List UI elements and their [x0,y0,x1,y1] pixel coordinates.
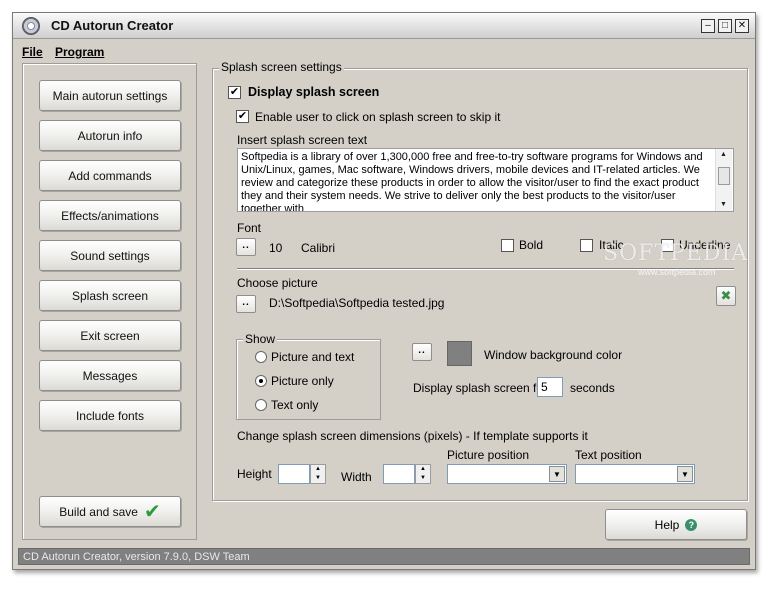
nav-splash-screen[interactable]: Splash screen [39,280,181,311]
radio-picture-and-text[interactable] [255,351,267,363]
menu-program[interactable]: Program [55,45,104,59]
bg-color-label: Window background color [484,348,623,362]
text-position-select[interactable]: ▼ [575,464,695,484]
height-input[interactable] [278,464,310,484]
menu-bar: File Program [13,40,755,62]
show-group-title: Show [243,332,278,346]
radio-picture-only[interactable] [255,375,267,387]
splash-text-area[interactable]: Softpedia is a library of over 1,300,000… [237,148,734,212]
height-label: Height [237,467,272,481]
chevron-down-icon[interactable]: ▼ [549,466,565,482]
picture-path-value: D:\Softpedia\Softpedia tested.jpg [269,296,445,310]
scroll-thumb[interactable] [718,167,730,185]
nav-effects-animations[interactable]: Effects/animations [39,200,181,231]
font-browse-button[interactable]: .. [236,238,256,256]
italic-checkbox[interactable] [580,239,593,252]
spin-down-icon[interactable]: ▼ [311,474,325,483]
width-input[interactable] [383,464,415,484]
font-size-value: 10 [269,241,283,255]
display-splash-label: Display splash screen [248,85,380,99]
splash-group-title: Splash screen settings [219,60,344,74]
separator [237,268,734,270]
font-name-value: Calibri [301,241,336,255]
maximize-button[interactable]: □ [718,19,732,33]
green-checkmark-icon: ✔ [143,500,161,523]
nav-main-autorun-settings[interactable]: Main autorun settings [39,80,181,111]
duration-label: Display splash screen for [413,381,548,395]
radio-picture-only-label: Picture only [271,374,334,388]
text-scrollbar[interactable]: ▲ ▼ [715,149,732,211]
cd-disc-icon [22,17,40,35]
insert-text-label: Insert splash screen text [237,133,368,147]
close-button[interactable]: ✕ [735,19,749,33]
build-label: Build and save [59,504,138,519]
build-and-save-button[interactable]: Build and save ✔ [39,496,181,527]
help-button[interactable]: Help ? [605,509,747,540]
status-bar: CD Autorun Creator, version 7.9.0, DSW T… [18,548,750,565]
radio-text-only-label: Text only [271,398,319,412]
bold-label: Bold [519,238,544,252]
width-spinner[interactable]: ▲ ▼ [415,464,431,484]
text-position-label: Text position [575,448,642,462]
nav-add-commands[interactable]: Add commands [39,160,181,191]
font-label: Font [237,221,262,235]
dimensions-label: Change splash screen dimensions (pixels)… [237,429,588,443]
help-label: Help [654,517,680,532]
picture-browse-button[interactable]: .. [236,295,256,313]
choose-picture-label: Choose picture [237,276,318,290]
picture-position-value [448,465,451,479]
picture-position-label: Picture position [447,448,530,462]
navigation-panel: Main autorun settings Autorun info Add c… [22,63,197,540]
scroll-up-icon[interactable]: ▲ [716,149,731,161]
radio-text-only[interactable] [255,399,267,411]
nav-autorun-info[interactable]: Autorun info [39,120,181,151]
spin-down-icon[interactable]: ▼ [416,474,430,483]
nav-exit-screen[interactable]: Exit screen [39,320,181,351]
duration-input[interactable]: 5 [537,377,563,397]
chevron-down-icon[interactable]: ▼ [677,466,693,482]
duration-unit: seconds [570,381,615,395]
scroll-down-icon[interactable]: ▼ [716,199,731,211]
bg-color-swatch [447,341,472,366]
nav-messages[interactable]: Messages [39,360,181,391]
title-bar[interactable]: CD Autorun Creator – □ ✕ [13,13,755,39]
skip-splash-label: Enable user to click on splash screen to… [255,110,501,124]
skip-splash-checkbox[interactable]: ✔ [236,110,249,123]
help-icon: ? [685,518,698,531]
radio-picture-and-text-label: Picture and text [271,350,355,364]
spin-up-icon[interactable]: ▲ [311,465,325,474]
menu-file[interactable]: File [22,45,43,59]
spin-up-icon[interactable]: ▲ [416,465,430,474]
app-window: CD Autorun Creator – □ ✕ File Program Ma… [12,12,756,570]
text-position-value [576,465,579,479]
height-spinner[interactable]: ▲ ▼ [310,464,326,484]
window-title: CD Autorun Creator [51,18,174,33]
nav-include-fonts[interactable]: Include fonts [39,400,181,431]
clear-icon[interactable]: ✖ [716,286,736,306]
nav-sound-settings[interactable]: Sound settings [39,240,181,271]
minimize-button[interactable]: – [701,19,715,33]
bold-checkbox[interactable] [501,239,514,252]
picture-position-select[interactable]: ▼ [447,464,567,484]
width-label: Width [341,470,372,484]
bg-color-browse-button[interactable]: .. [412,343,432,361]
display-splash-checkbox[interactable]: ✔ [228,86,241,99]
softpedia-watermark: SOFTPEDIA [603,241,749,266]
